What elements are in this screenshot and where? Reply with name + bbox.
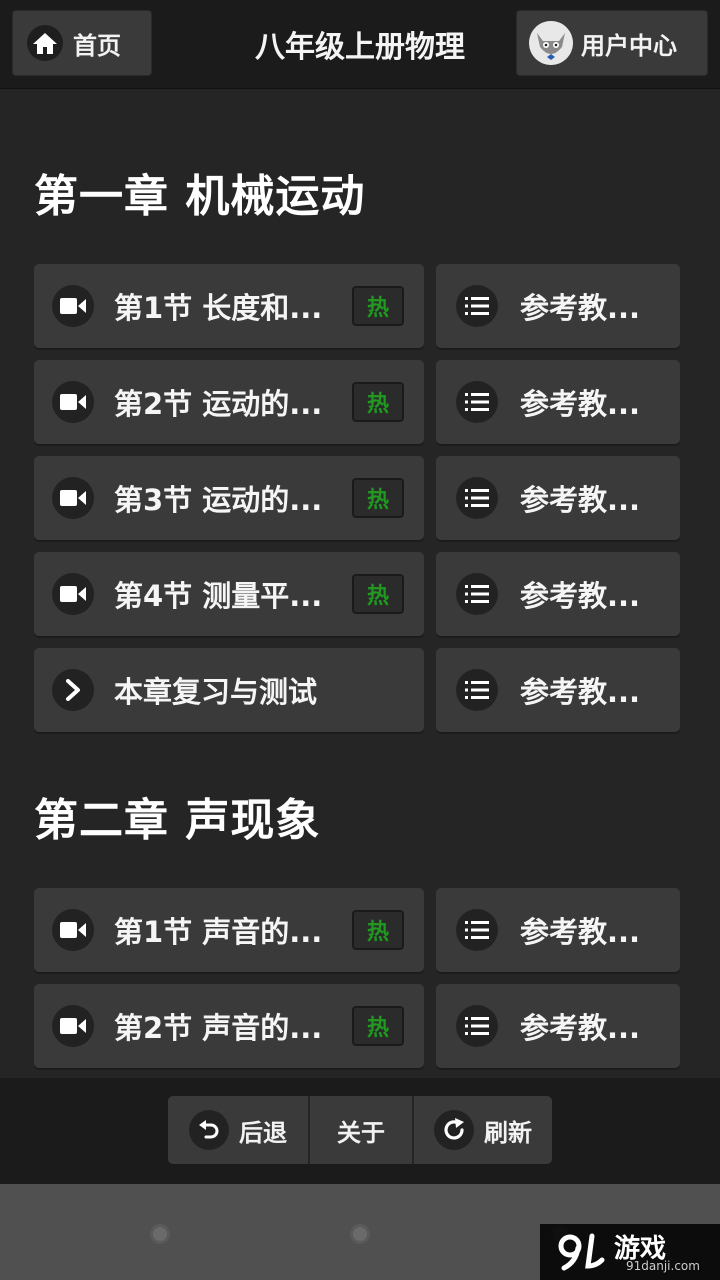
lesson-button[interactable]: 第1节 长度和... 热	[34, 264, 424, 348]
about-button[interactable]: 关于	[310, 1096, 414, 1164]
lesson-label: 第2节 声音的...	[114, 1011, 323, 1045]
hot-badge: 热	[352, 910, 404, 950]
top-bar: 首页 八年级上册物理 用户中心	[0, 0, 720, 89]
user-center-button[interactable]: 用户中心	[516, 10, 708, 76]
back-button[interactable]: 后退	[168, 1096, 310, 1164]
list-icon	[456, 1005, 498, 1047]
undo-icon	[189, 1110, 229, 1150]
chapter-review-button[interactable]: 本章复习与测试	[34, 648, 424, 732]
about-label: 关于	[337, 1118, 385, 1147]
refresh-button[interactable]: 刷新	[414, 1096, 552, 1164]
chapter-title: 第二章 声现象	[34, 795, 321, 846]
home-icon	[27, 25, 63, 61]
hot-badge: 热	[352, 1006, 404, 1046]
reference-button[interactable]: 参考教...	[436, 360, 680, 444]
lesson-button[interactable]: 第1节 声音的... 热	[34, 888, 424, 972]
refresh-icon	[434, 1110, 474, 1150]
lesson-button[interactable]: 第3节 运动的... 热	[34, 456, 424, 540]
reference-button[interactable]: 参考教...	[436, 888, 680, 972]
home-button[interactable]: 首页	[12, 10, 152, 76]
hot-badge: 热	[352, 478, 404, 518]
lesson-label: 第1节 声音的...	[114, 915, 323, 949]
avatar	[529, 21, 573, 65]
video-icon	[52, 1005, 94, 1047]
video-icon	[52, 909, 94, 951]
reference-label: 参考教...	[520, 1011, 641, 1045]
list-icon	[456, 573, 498, 615]
reference-button[interactable]: 参考教...	[436, 552, 680, 636]
video-icon	[52, 285, 94, 327]
reference-button[interactable]: 参考教...	[436, 456, 680, 540]
list-icon	[456, 381, 498, 423]
nav-home-dot[interactable]	[353, 1227, 367, 1241]
reference-label: 参考教...	[520, 291, 641, 325]
list-icon	[456, 669, 498, 711]
home-label: 首页	[73, 31, 121, 60]
list-icon	[456, 909, 498, 951]
chapter-list[interactable]: 第一章 机械运动 第1节 长度和... 热 参考教... 第2节 运动的... …	[0, 88, 720, 1078]
lesson-label: 第1节 长度和...	[114, 291, 323, 325]
reference-label: 参考教...	[520, 579, 641, 613]
lesson-label: 第2节 运动的...	[114, 387, 323, 421]
reference-label: 参考教...	[520, 675, 641, 709]
reference-label: 参考教...	[520, 387, 641, 421]
lesson-label: 第4节 测量平...	[114, 579, 323, 613]
watermark-site: 91danji.com	[626, 1259, 700, 1273]
lesson-button[interactable]: 第2节 声音的... 热	[34, 984, 424, 1068]
video-icon	[52, 477, 94, 519]
page-title: 八年级上册物理	[255, 30, 465, 65]
reference-button[interactable]: 参考教...	[436, 648, 680, 732]
refresh-label: 刷新	[484, 1118, 532, 1147]
lesson-label: 第3节 运动的...	[114, 483, 323, 517]
video-icon	[52, 381, 94, 423]
list-icon	[456, 285, 498, 327]
chevron-right-icon	[52, 669, 94, 711]
hot-badge: 热	[352, 382, 404, 422]
reference-button[interactable]: 参考教...	[436, 984, 680, 1068]
site-watermark: 游戏 91danji.com	[540, 1224, 720, 1280]
lesson-label: 本章复习与测试	[114, 675, 318, 709]
reference-button[interactable]: 参考教...	[436, 264, 680, 348]
lesson-button[interactable]: 第2节 运动的... 热	[34, 360, 424, 444]
video-icon	[52, 573, 94, 615]
list-icon	[456, 477, 498, 519]
back-label: 后退	[239, 1118, 287, 1147]
reference-label: 参考教...	[520, 483, 641, 517]
reference-label: 参考教...	[520, 915, 641, 949]
nav-back-dot[interactable]	[153, 1227, 167, 1241]
footer-button-group: 后退 关于 刷新	[168, 1096, 552, 1164]
bottom-toolbar: 后退 关于 刷新	[0, 1078, 720, 1184]
hot-badge: 热	[352, 574, 404, 614]
watermark-logo-icon	[558, 1233, 605, 1271]
user-center-label: 用户中心	[581, 31, 677, 60]
hot-badge: 热	[352, 286, 404, 326]
lesson-button[interactable]: 第4节 测量平... 热	[34, 552, 424, 636]
chapter-title: 第一章 机械运动	[34, 171, 366, 222]
